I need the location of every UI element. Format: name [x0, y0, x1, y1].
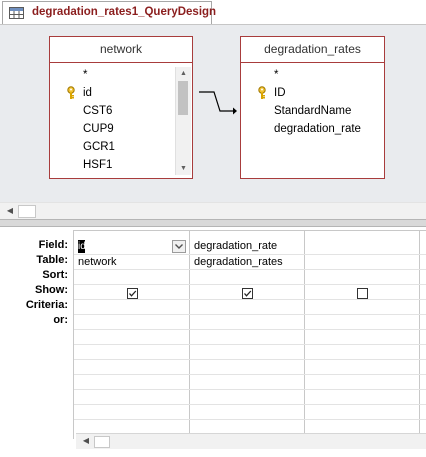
- grid-row-divider: [74, 344, 426, 345]
- grid-row-divider: [74, 314, 426, 315]
- grid-row-divider: [74, 419, 426, 420]
- field-list-item[interactable]: ID: [274, 84, 286, 102]
- row-label-show: Show:: [35, 284, 68, 296]
- pane-splitter[interactable]: [0, 219, 426, 227]
- degradation-rates-table-field-list[interactable]: degradation_rates * ID StandardName degr…: [240, 36, 385, 179]
- show-checkbox[interactable]: [357, 288, 368, 299]
- table-pane[interactable]: network * id CST6 CUP9 GCR1 HSF1 ▲ ▼ deg…: [0, 25, 426, 219]
- design-grid-area: Field: Table: Sort: Show: Criteria: or: …: [0, 227, 426, 457]
- field-list-item[interactable]: degradation_rate: [274, 120, 361, 138]
- grid-row-divider: [74, 404, 426, 405]
- grid-row-divider: [74, 374, 426, 375]
- checkmark-icon: [129, 290, 137, 297]
- query-design-tab[interactable]: degradation_rates1_QueryDesign: [2, 1, 216, 24]
- table-cell[interactable]: degradation_rates: [194, 255, 283, 270]
- show-checkbox[interactable]: [242, 288, 253, 299]
- query-design-grid[interactable]: id network degradation_rate degradation_…: [73, 230, 426, 439]
- grid-column[interactable]: [305, 231, 420, 439]
- table-cell[interactable]: network: [78, 255, 117, 270]
- grid-row-divider: [74, 299, 426, 300]
- scrollbar-thumb[interactable]: [94, 436, 110, 448]
- row-label-criteria: Criteria:: [25, 299, 68, 311]
- grid-row-divider: [74, 329, 426, 330]
- field-list-item[interactable]: *: [274, 66, 278, 84]
- row-label-field: Field:: [38, 239, 68, 251]
- row-label-table: Table:: [36, 254, 68, 266]
- grid-row-divider: [74, 284, 426, 285]
- chevron-down-icon: [175, 244, 183, 249]
- grid-row-divider: [74, 389, 426, 390]
- field-dropdown-button[interactable]: [172, 240, 186, 253]
- degradation-rates-table-title[interactable]: degradation_rates: [241, 37, 384, 63]
- grid-row-divider: [74, 359, 426, 360]
- scroll-left-icon[interactable]: ◀: [4, 205, 16, 217]
- checkmark-icon: [244, 290, 252, 297]
- tab-title: degradation_rates1_QueryDesign: [32, 6, 217, 18]
- document-tab-strip: degradation_rates1_QueryDesign: [0, 0, 426, 25]
- scroll-left-icon[interactable]: ◀: [80, 435, 92, 447]
- query-icon: [9, 7, 24, 19]
- grid-horizontal-scrollbar[interactable]: ◀: [76, 433, 426, 449]
- row-label-sort: Sort:: [42, 269, 68, 281]
- show-checkbox[interactable]: [127, 288, 138, 299]
- table-pane-horizontal-scrollbar[interactable]: ◀: [0, 202, 426, 219]
- scrollbar-thumb[interactable]: [18, 205, 36, 218]
- primary-key-icon: [257, 86, 267, 100]
- field-cell[interactable]: id: [78, 239, 174, 254]
- row-label-or: or:: [53, 314, 68, 326]
- field-cell[interactable]: degradation_rate: [194, 239, 277, 254]
- field-list-item[interactable]: StandardName: [274, 102, 351, 120]
